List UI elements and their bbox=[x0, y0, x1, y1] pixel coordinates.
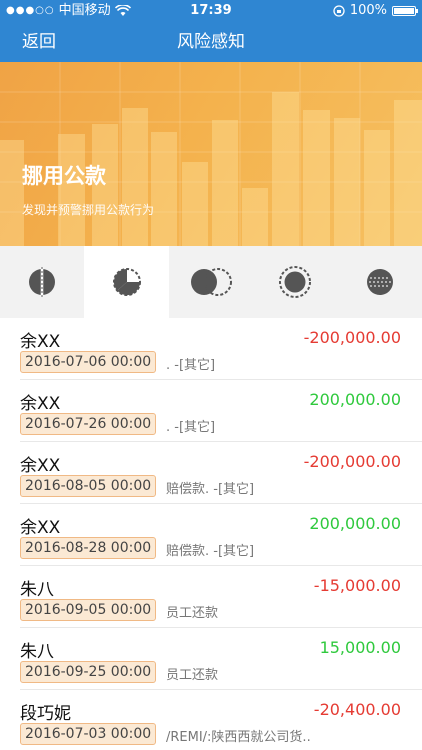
amount: -15,000.00 bbox=[313, 576, 401, 595]
pie-chart-icon bbox=[112, 268, 141, 296]
amount: -200,000.00 bbox=[303, 328, 401, 347]
list-item[interactable]: 余XX 200,000.00 2016-07-26 00:00 . -[其它] bbox=[20, 380, 422, 442]
description: 赔偿款. -[其它] bbox=[166, 544, 255, 559]
payer-name: 余XX bbox=[20, 394, 61, 414]
list-item[interactable]: 余XX 200,000.00 2016-08-28 00:00 赔偿款. -[其… bbox=[20, 504, 422, 566]
payer-name: 朱八 bbox=[20, 642, 54, 662]
ring-circle-icon bbox=[279, 266, 312, 298]
top-bar: ●●●○○ 中国移动 17:39 100% 返回 风险感知 bbox=[0, 0, 422, 62]
banner-bar-graphic bbox=[0, 62, 422, 246]
status-bar: ●●●○○ 中国移动 17:39 100% bbox=[0, 0, 422, 22]
date-badge: 2016-07-03 00:00 bbox=[20, 723, 157, 745]
tab-ring-circle[interactable] bbox=[253, 246, 337, 318]
tab-overlap-circles[interactable] bbox=[169, 246, 253, 318]
description: 赔偿款. -[其它] bbox=[166, 482, 255, 497]
list-item[interactable]: 段巧妮 -20,400.00 2016-07-03 00:00 /REMI/:陕… bbox=[20, 690, 422, 750]
payer-name: 余XX bbox=[20, 456, 61, 476]
tab-split-circle[interactable] bbox=[0, 246, 84, 318]
date-badge: 2016-08-05 00:00 bbox=[20, 475, 157, 497]
payer-name: 余XX bbox=[20, 518, 61, 538]
list-item[interactable]: 朱八 15,000.00 2016-09-25 00:00 员工还款 bbox=[20, 628, 422, 690]
date-badge: 2016-08-28 00:00 bbox=[20, 537, 157, 559]
description: . -[其它] bbox=[166, 420, 216, 435]
amount: 200,000.00 bbox=[309, 514, 401, 533]
date-badge: 2016-09-25 00:00 bbox=[20, 661, 157, 683]
amount: 200,000.00 bbox=[309, 390, 401, 409]
date-badge: 2016-09-05 00:00 bbox=[20, 599, 157, 621]
payer-name: 余XX bbox=[20, 332, 61, 352]
tab-grid-circle[interactable] bbox=[338, 246, 422, 318]
page-title: 风险感知 bbox=[177, 32, 245, 52]
list-item[interactable]: 余XX -200,000.00 2016-08-05 00:00 赔偿款. -[… bbox=[20, 442, 422, 504]
description: 员工还款 bbox=[166, 606, 219, 621]
payer-name: 朱八 bbox=[20, 580, 54, 600]
description: /REMI/:陕西西就公司货.. bbox=[166, 730, 311, 745]
date-badge: 2016-07-06 00:00 bbox=[20, 351, 157, 373]
risk-category-tabs bbox=[0, 246, 422, 318]
navigation-bar: 返回 风险感知 bbox=[0, 22, 422, 62]
amount: -200,000.00 bbox=[303, 452, 401, 471]
banner-headline: 挪用公款 bbox=[22, 164, 106, 188]
split-circle-icon bbox=[29, 267, 56, 297]
overlap-circles-icon bbox=[191, 268, 233, 296]
description: 员工还款 bbox=[166, 668, 219, 683]
amount: -20,400.00 bbox=[313, 700, 401, 719]
list-item[interactable]: 余XX -200,000.00 2016-07-06 00:00 . -[其它] bbox=[20, 318, 422, 380]
rotation-lock-icon bbox=[333, 5, 345, 17]
banner-subtitle: 发现并预警挪用公款行为 bbox=[22, 203, 155, 217]
battery-icon bbox=[392, 6, 418, 16]
payer-name: 段巧妮 bbox=[20, 704, 71, 724]
tab-pie-chart[interactable] bbox=[84, 246, 169, 318]
description: . -[其它] bbox=[166, 358, 216, 373]
list-item[interactable]: 朱八 -15,000.00 2016-09-05 00:00 员工还款 bbox=[20, 566, 422, 628]
date-badge: 2016-07-26 00:00 bbox=[20, 413, 157, 435]
amount: 15,000.00 bbox=[319, 638, 401, 657]
transaction-list: 余XX -200,000.00 2016-07-06 00:00 . -[其它]… bbox=[0, 318, 422, 750]
hero-banner: 挪用公款 发现并预警挪用公款行为 bbox=[0, 62, 422, 246]
grid-circle-icon bbox=[366, 269, 393, 295]
battery-percent: 100% bbox=[349, 3, 387, 18]
